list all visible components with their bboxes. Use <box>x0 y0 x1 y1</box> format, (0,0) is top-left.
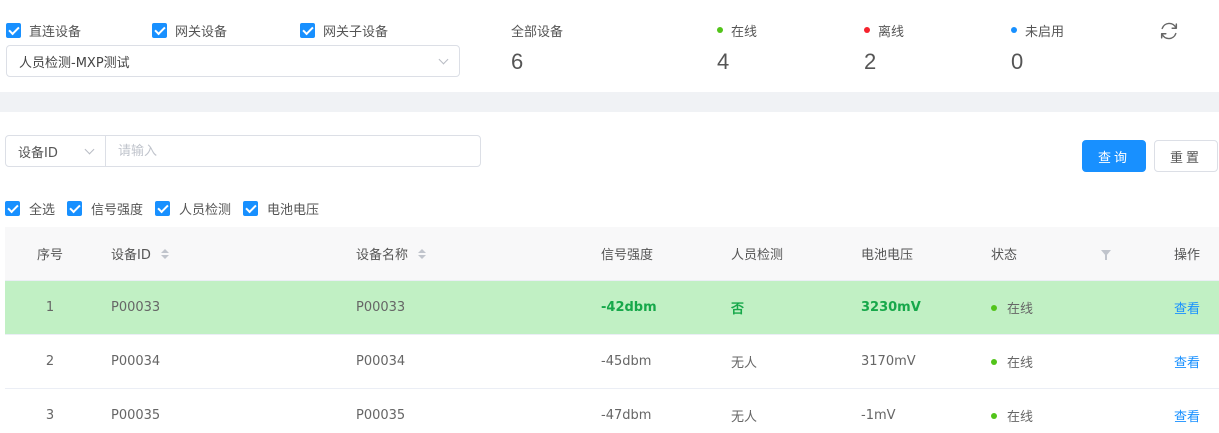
cell-status: 在线 <box>991 281 1033 334</box>
stat-offline-value: 2 <box>864 49 877 74</box>
cell-status: 在线 <box>991 389 1033 433</box>
online-dot-icon <box>991 412 997 419</box>
cell-battery: 3230mV <box>861 300 921 315</box>
stat-disabled-label: 未启用 <box>1025 24 1065 40</box>
chevron-down-icon <box>438 54 449 64</box>
search-input[interactable] <box>106 136 480 166</box>
checkbox-person-detect[interactable]: 人员检测 <box>155 199 231 218</box>
cell-signal: -42dbm <box>601 300 657 315</box>
checkbox-battery[interactable]: 电池电压 <box>243 199 319 218</box>
table-header: 序号 设备ID 设备名称 信号强度 人员检测 电池电压 状态 操作 <box>5 227 1219 281</box>
device-type-filters: 直连设备 网关设备 网关子设备 <box>6 21 448 40</box>
cell-device-id: P00033 <box>111 300 161 315</box>
checkbox-checked-icon <box>6 23 21 38</box>
checkbox-checked-icon <box>243 201 259 216</box>
checkbox-checked-icon <box>5 201 20 216</box>
cell-signal: -47dbm <box>601 408 652 423</box>
stat-disabled-value: 0 <box>1011 49 1024 74</box>
cell-person: 无人 <box>731 410 758 425</box>
search-field-value: 设备ID <box>18 145 58 161</box>
disabled-dot-icon <box>1011 27 1017 33</box>
checkbox-signal[interactable]: 信号强度 <box>67 199 143 218</box>
checkbox-checked-icon <box>155 201 171 216</box>
stat-offline-label: 离线 <box>878 24 905 40</box>
search-bar: 设备ID <box>5 135 481 167</box>
stat-all-devices: 全部设备 6 <box>511 21 563 75</box>
cell-idx: 2 <box>45 354 55 369</box>
cell-battery: -1mV <box>861 408 896 423</box>
device-table: 序号 设备ID 设备名称 信号强度 人员检测 电池电压 状态 操作 1 P000… <box>5 227 1219 433</box>
search-field-select[interactable]: 设备ID <box>6 136 106 166</box>
header-person: 人员检测 <box>731 248 784 263</box>
checkbox-direct-device[interactable]: 直连设备 <box>6 21 152 40</box>
cell-idx: 1 <box>45 300 55 315</box>
view-link[interactable]: 查看 <box>1174 352 1200 371</box>
cell-idx: 3 <box>45 408 55 423</box>
checkbox-checked-icon <box>300 23 315 38</box>
header-idx: 序号 <box>36 248 63 263</box>
checkbox-select-all[interactable]: 全选 <box>5 199 55 218</box>
header-op: 操作 <box>1173 248 1200 263</box>
cell-device-id: P00035 <box>111 408 161 423</box>
sort-icon[interactable] <box>418 248 427 259</box>
project-select-value: 人员检测-MXP测试 <box>19 55 130 71</box>
filter-icon[interactable] <box>1101 250 1111 260</box>
cell-person: 否 <box>731 302 745 317</box>
chevron-down-icon <box>84 144 95 154</box>
cell-battery: 3170mV <box>861 354 916 369</box>
reset-button[interactable]: 重置 <box>1154 140 1218 172</box>
stat-offline: 离线 2 <box>864 21 904 75</box>
checkbox-gateway-device[interactable]: 网关设备 <box>152 21 300 40</box>
stat-online-label: 在线 <box>731 24 758 40</box>
cell-signal: -45dbm <box>601 354 652 369</box>
header-status: 状态 <box>991 248 1018 263</box>
checkbox-gateway-sub-device[interactable]: 网关子设备 <box>300 21 448 40</box>
stat-all-value: 6 <box>511 49 524 74</box>
online-dot-icon <box>991 304 997 311</box>
table-row[interactable]: 1 P00033 P00033 -42dbm 否 3230mV 在线 查看 <box>5 281 1219 335</box>
cell-device-name: P00033 <box>356 300 406 315</box>
table-row[interactable]: 2 P00034 P00034 -45dbm 无人 3170mV 在线 查看 <box>5 335 1219 389</box>
online-dot-icon <box>991 358 997 365</box>
column-visibility-checks: 全选 信号强度 人员检测 电池电压 <box>5 199 331 218</box>
device-overview-panel: 直连设备 网关设备 网关子设备 人员检测-MXP测试 全部设备 6 在线 4 离… <box>0 0 1219 92</box>
stat-online-value: 4 <box>717 49 730 74</box>
query-button[interactable]: 查询 <box>1082 140 1146 172</box>
stat-online: 在线 4 <box>717 21 757 75</box>
cell-status: 在线 <box>991 335 1033 388</box>
online-dot-icon <box>717 27 723 33</box>
cell-device-name: P00035 <box>356 408 406 423</box>
checkbox-checked-icon <box>152 23 167 38</box>
table-row[interactable]: 3 P00035 P00035 -47dbm 无人 -1mV 在线 查看 <box>5 389 1219 433</box>
cell-device-id: P00034 <box>111 354 161 369</box>
checkbox-checked-icon <box>67 201 83 216</box>
cell-person: 无人 <box>731 356 758 371</box>
stat-disabled: 未启用 0 <box>1011 21 1064 75</box>
stat-all-label: 全部设备 <box>511 24 564 40</box>
section-divider <box>0 92 1219 112</box>
offline-dot-icon <box>864 27 870 33</box>
view-link[interactable]: 查看 <box>1174 406 1200 425</box>
view-link[interactable]: 查看 <box>1174 298 1200 317</box>
sort-icon[interactable] <box>160 248 169 259</box>
header-battery: 电池电压 <box>861 248 914 263</box>
cell-device-name: P00034 <box>356 354 406 369</box>
header-signal: 信号强度 <box>601 248 654 263</box>
project-select[interactable]: 人员检测-MXP测试 <box>6 45 460 77</box>
refresh-icon[interactable] <box>1158 20 1180 42</box>
header-device-name[interactable]: 设备名称 <box>356 227 427 280</box>
header-device-id[interactable]: 设备ID <box>111 227 169 280</box>
